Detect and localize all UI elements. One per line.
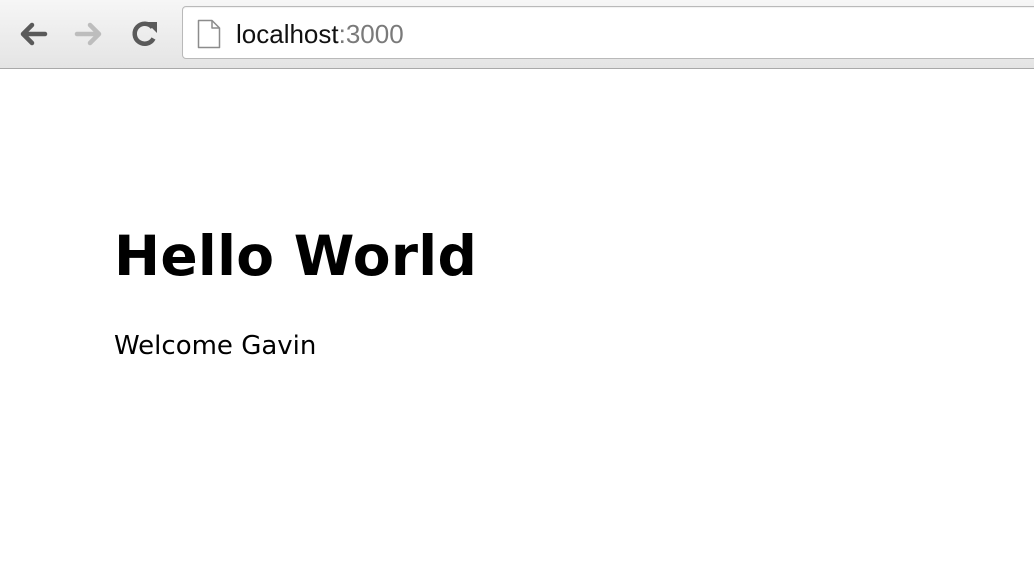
reload-icon [132, 21, 157, 46]
forward-button[interactable] [71, 16, 107, 52]
document-icon [197, 19, 221, 49]
arrow-right-icon [74, 22, 102, 46]
welcome-message: Welcome Gavin [114, 331, 317, 361]
back-button[interactable] [15, 16, 51, 52]
arrow-left-icon [20, 22, 48, 46]
reload-button[interactable] [127, 16, 163, 52]
url-text[interactable]: localhost:3000 [236, 19, 404, 49]
url-port: :3000 [338, 19, 404, 49]
browser-toolbar: localhost:3000 [0, 0, 1034, 69]
url-host: localhost [236, 19, 339, 49]
page-heading: Hello World [114, 224, 478, 288]
address-bar[interactable]: localhost:3000 [182, 6, 1034, 59]
